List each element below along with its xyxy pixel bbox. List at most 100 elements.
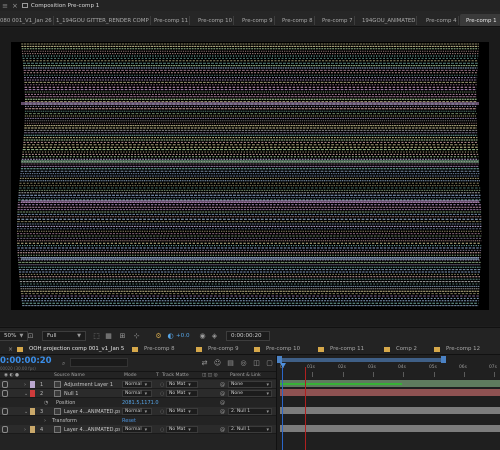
track-matte-header[interactable]: Track Matte [162,373,189,378]
preserve-transparency-icon[interactable]: ◌ [160,381,164,388]
layer-name[interactable]: Layer 4...ANIMATED.psd [64,408,120,415]
tab-pre-comp-10[interactable]: Pre-comp 10 [198,14,235,26]
work-area-start-handle[interactable] [277,356,282,363]
region-of-interest-icon[interactable]: ⬚ [92,330,101,341]
graph-editor-icon[interactable]: ◫ [252,358,261,367]
property-row-transform[interactable]: › Transform Reset [0,416,276,425]
tab-pre-comp-9[interactable]: Pre-comp 9 [242,14,275,26]
preserve-transparency-icon[interactable]: ◌ [160,426,164,433]
exposure-icon[interactable]: ◐ [166,330,175,341]
pick-whip-icon[interactable]: @ [220,381,225,388]
parent-link-header[interactable]: Parent & Link [230,373,261,378]
mask-visibility-icon[interactable]: ⊞ [118,330,127,341]
layer-row-2[interactable]: ⌄ 2 Null 1 Normal ▾ ◌ No Mat ▾ @ None ▾ [0,389,276,398]
parent-dropdown[interactable]: None ▾ [228,381,272,388]
tab-comp-2[interactable]: Comp 2 [384,344,417,354]
tab-194gou-gitter[interactable]: 1_194GOU GITTER_RENDER COMP [56,14,151,26]
panel-menu-icon[interactable]: ≡ [0,0,10,11]
pick-whip-icon[interactable]: @ [220,408,225,415]
twirl-open-icon[interactable]: ⌄ [24,408,28,415]
tab-pre-comp-8[interactable]: Pre-comp 8 [282,14,315,26]
motion-blur-icon[interactable]: ◎ [239,358,248,367]
tab-pre-comp-4[interactable]: Pre-comp 4 [426,14,459,26]
pick-whip-icon[interactable]: @ [220,390,225,397]
label-swatch[interactable] [30,426,35,433]
track-matte-dropdown[interactable]: No Mat ▾ [166,390,198,397]
property-row-position[interactable]: ◔ Position 2081.5,1171.0 @ [0,398,276,407]
exposure-value[interactable]: +0.0 [176,330,190,341]
close-icon[interactable]: × [8,346,13,353]
draft-3d-icon[interactable]: ▢ [265,358,274,367]
tab-pre-comp-11[interactable]: Pre-comp 11 [154,14,191,26]
tab-ooh-projection[interactable]: × OOH projection comp 001_v1_Jan 5 [8,344,124,354]
preserve-transparency-icon[interactable]: ◌ [160,390,164,397]
tab-pre-comp-9[interactable]: Pre-comp 9 [196,344,239,354]
visibility-icon[interactable] [2,381,8,388]
layer-search-input[interactable] [70,358,128,367]
resolution-dropdown[interactable]: Full ▼ [42,330,86,341]
twirl-icon[interactable]: › [24,381,26,388]
blend-mode-dropdown[interactable]: Normal ▾ [122,381,152,388]
visibility-icon[interactable] [2,390,8,397]
mode-header[interactable]: Mode [124,373,137,378]
timeline-graph[interactable]: 0f 01s 02s 03s 04s 05s 06s 07s [276,355,500,450]
tab-pre-comp-11[interactable]: Pre-comp 11 [318,344,364,354]
current-time-display[interactable]: 0:00:00:20 [0,356,52,366]
blend-mode-dropdown[interactable]: Normal ▾ [122,408,152,415]
layer-bar-4[interactable] [280,425,500,432]
track-matte-dropdown[interactable]: No Mat ▾ [166,426,198,433]
visibility-icon[interactable] [2,426,8,433]
layer-name[interactable]: Layer 4...ANIMATED.psd [64,426,120,433]
transparency-grid-icon[interactable]: ▦ [104,330,113,341]
stopwatch-icon[interactable]: ◔ [44,399,48,406]
parent-dropdown[interactable]: None ▾ [228,390,272,397]
reset-link[interactable]: Reset [122,417,136,424]
zoom-dropdown[interactable]: 50% ▼ [0,330,29,341]
frame-blending-icon[interactable]: ▤ [226,358,235,367]
position-value[interactable]: 2081.5,1171.0 [122,399,159,406]
work-area-bar[interactable] [280,358,444,362]
label-swatch[interactable] [30,408,35,415]
preserve-transparency-icon[interactable]: ◌ [160,408,164,415]
tab-080-001[interactable]: 080 001_V1_Jan 26 [0,14,54,26]
layer-name[interactable]: Null 1 [64,390,120,397]
track-matte-dropdown[interactable]: No Mat ▾ [166,381,198,388]
composition-viewer[interactable] [0,28,500,326]
composition-canvas[interactable] [11,42,489,310]
time-ruler[interactable]: 0f 01s 02s 03s 04s 05s 06s 07s [277,355,500,379]
layer-name[interactable]: Adjustment Layer 1 [64,381,120,388]
parent-dropdown[interactable]: 2. Null 1 ▾ [228,408,272,415]
layer-row-4[interactable]: › 4 Layer 4...ANIMATED.psd Normal ▾ ◌ No … [0,425,276,434]
tab-pre-comp-10[interactable]: Pre-comp 10 [254,344,300,354]
layer-bar-3[interactable] [280,407,500,414]
comp-flowchart-icon[interactable]: ⇄ [200,358,209,367]
color-management-icon[interactable]: ⚙ [154,330,163,341]
pick-whip-icon[interactable]: @ [220,426,225,433]
parent-dropdown[interactable]: 2. Null 1 ▾ [228,426,272,433]
twirl-icon[interactable]: › [24,426,26,433]
tab-pre-comp-8[interactable]: Pre-comp 8 [132,344,175,354]
label-swatch[interactable] [30,381,35,388]
label-swatch[interactable] [30,390,35,397]
tab-194gou-animated[interactable]: 194GOU_ANIMATED [362,14,418,26]
current-time-indicator[interactable] [280,363,286,368]
layer-row-1[interactable]: › 1 Adjustment Layer 1 Normal ▾ ◌ No Mat ▾… [0,380,276,389]
guides-icon[interactable]: ⊹ [132,330,141,341]
twirl-open-icon[interactable]: ⌄ [24,390,28,397]
tab-pre-comp-12[interactable]: Pre-comp 12 [434,344,480,354]
show-channel-icon[interactable]: ◈ [210,330,219,341]
snapshot-icon[interactable]: ◉ [198,330,207,341]
source-name-header[interactable]: Source Name [54,373,85,378]
blend-mode-dropdown[interactable]: Normal ▾ [122,426,152,433]
layer-row-3[interactable]: ⌄ 3 Layer 4...ANIMATED.psd Normal ▾ ◌ No … [0,407,276,416]
fit-icon[interactable]: ⊡ [26,330,35,341]
layer-bar-2[interactable] [280,389,500,396]
pick-whip-icon[interactable]: @ [220,399,225,406]
visibility-icon[interactable] [2,408,8,415]
blend-mode-dropdown[interactable]: Normal ▾ [122,390,152,397]
tab-pre-comp-1[interactable]: Pre-comp 1 [460,14,500,26]
track-matte-dropdown[interactable]: No Mat ▾ [166,408,198,415]
close-icon[interactable]: × [12,2,18,10]
tab-pre-comp-7[interactable]: Pre-comp 7 [322,14,355,26]
twirl-icon[interactable]: › [44,417,46,424]
